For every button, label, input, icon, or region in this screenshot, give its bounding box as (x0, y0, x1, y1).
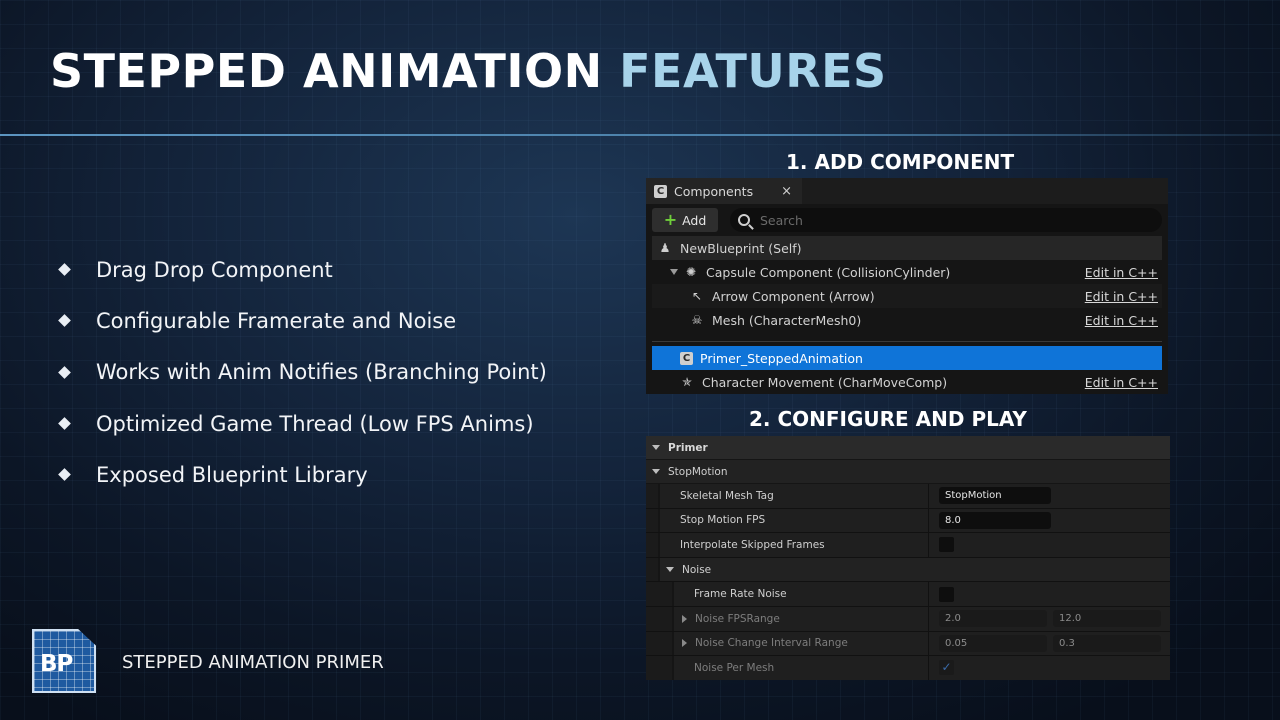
pawn-icon: ♟ (659, 241, 671, 255)
edit-in-cpp-link[interactable]: Edit in C++ (1085, 313, 1158, 328)
property-noise-change-interval-range: Noise Change Interval Range 0.05 0.3 (646, 631, 1170, 657)
property-label: Frame Rate Noise (694, 588, 787, 601)
feature-item: Exposed Blueprint Library (56, 449, 547, 500)
category-label: StopMotion (668, 465, 728, 478)
expand-arrow-icon[interactable] (670, 269, 678, 275)
property-noise-per-mesh: Noise Per Mesh ✓ (646, 656, 1170, 680)
tree-row-self[interactable]: ♟ NewBlueprint (Self) (652, 236, 1162, 260)
components-tab[interactable]: C Components × (646, 178, 802, 204)
diamond-bullet-icon (58, 314, 71, 328)
tree-row-label: Character Movement (CharMoveComp) (702, 374, 948, 390)
tree-row-label: Mesh (CharacterMesh0) (712, 312, 862, 328)
noise-interval-min-input[interactable]: 0.05 (939, 634, 1047, 652)
edit-in-cpp-link[interactable]: Edit in C++ (1085, 375, 1158, 390)
property-interpolate-skipped-frames: Interpolate Skipped Frames (646, 533, 1170, 558)
tree-row-label: Primer_SteppedAnimation (700, 350, 863, 366)
feature-text: Exposed Blueprint Library (96, 462, 368, 487)
component-c-icon: C (680, 351, 693, 365)
tree-row-character-movement[interactable]: ✯ Character Movement (CharMoveComp) Edit… (652, 370, 1162, 394)
diamond-bullet-icon (58, 263, 71, 277)
tree-row-label: Capsule Component (CollisionCylinder) (706, 264, 951, 280)
category-noise[interactable]: Noise (646, 557, 1170, 583)
search-placeholder: Search (760, 212, 803, 228)
arrow-icon: ↖ (691, 289, 703, 303)
interpolate-checkbox[interactable] (939, 537, 954, 553)
collapse-arrow-icon[interactable] (666, 567, 674, 573)
edit-in-cpp-link[interactable]: Edit in C++ (1085, 265, 1158, 280)
noise-interval-max-input[interactable]: 0.3 (1053, 634, 1161, 652)
search-input[interactable]: Search (730, 208, 1162, 232)
slide-title: STEPPED ANIMATION FEATURES (50, 44, 887, 98)
skeleton-icon: ☠ (691, 313, 703, 327)
components-toolbar: + Add Search (646, 204, 1168, 236)
property-frame-rate-noise: Frame Rate Noise (646, 582, 1170, 607)
capsule-icon: ✺ (685, 265, 697, 279)
close-icon[interactable]: × (781, 184, 792, 199)
noise-fps-range-min-input[interactable]: 2.0 (939, 610, 1047, 628)
feature-text: Optimized Game Thread (Low FPS Anims) (96, 411, 534, 436)
feature-text: Configurable Framerate and Noise (96, 308, 457, 333)
property-label: Interpolate Skipped Frames (680, 538, 825, 551)
noise-per-mesh-checkbox[interactable]: ✓ (939, 660, 954, 676)
feature-item: Optimized Game Thread (Low FPS Anims) (56, 398, 547, 449)
tree-row-label: NewBlueprint (Self) (680, 240, 802, 256)
tree-row-label: Arrow Component (Arrow) (712, 288, 875, 304)
category-label: Primer (668, 441, 708, 454)
tree-separator (652, 332, 1162, 342)
logo-text: BP (40, 651, 73, 677)
feature-item: Configurable Framerate and Noise (56, 295, 547, 346)
step1-heading: 1. ADD COMPONENT (786, 150, 1015, 174)
property-stop-motion-fps: Stop Motion FPS 8.0 (646, 508, 1170, 534)
add-component-button[interactable]: + Add (652, 208, 718, 232)
components-panel: C Components × + Add Search ♟ NewBluepri… (646, 178, 1168, 394)
movement-icon: ✯ (681, 375, 693, 389)
bp-logo: BP (32, 629, 96, 693)
step2-heading: 2. CONFIGURE AND PLAY (749, 407, 1027, 431)
property-noise-fps-range: Noise FPSRange 2.0 12.0 (646, 606, 1170, 632)
edit-in-cpp-link[interactable]: Edit in C++ (1085, 289, 1158, 304)
title-main: STEPPED ANIMATION (50, 44, 603, 98)
title-divider (0, 134, 1280, 136)
feature-list: Drag Drop Component Configurable Framera… (56, 244, 547, 500)
property-label: Stop Motion FPS (680, 514, 766, 527)
plus-icon: + (663, 210, 678, 229)
diamond-bullet-icon (58, 365, 71, 379)
tree-row-arrow[interactable]: ↖ Arrow Component (Arrow) Edit in C++ (652, 284, 1162, 308)
components-tabbar: C Components × (646, 178, 1168, 204)
expand-arrow-icon[interactable] (682, 614, 687, 623)
feature-text: Drag Drop Component (96, 257, 333, 282)
diamond-bullet-icon (58, 417, 71, 430)
property-label: Skeletal Mesh Tag (680, 489, 774, 502)
components-tab-label: Components (674, 183, 754, 199)
stop-motion-fps-input[interactable]: 8.0 (939, 511, 1051, 529)
feature-text: Works with Anim Notifies (Branching Poin… (96, 360, 547, 385)
property-label: Noise FPSRange (695, 612, 780, 625)
components-tree: ♟ NewBlueprint (Self) ✺ Capsule Componen… (646, 236, 1168, 394)
property-skeletal-mesh-tag: Skeletal Mesh Tag StopMotion (646, 484, 1170, 509)
expand-arrow-icon[interactable] (682, 639, 687, 648)
category-primer[interactable]: Primer (646, 436, 1170, 460)
property-label: Noise Change Interval Range (695, 637, 848, 650)
title-accent: FEATURES (619, 44, 887, 98)
feature-item: Drag Drop Component (56, 244, 547, 295)
property-label: Noise Per Mesh (694, 661, 775, 674)
tree-row-mesh[interactable]: ☠ Mesh (CharacterMesh0) Edit in C++ (652, 308, 1162, 332)
component-c-icon: C (654, 184, 667, 198)
collapse-arrow-icon[interactable] (652, 445, 660, 450)
footer-product-name: STEPPED ANIMATION PRIMER (122, 652, 384, 673)
details-panel: Primer StopMotion Skeletal Mesh Tag Stop… (646, 436, 1170, 680)
skeletal-mesh-tag-input[interactable]: StopMotion (939, 487, 1051, 505)
tree-row-primer-stepped-animation[interactable]: C Primer_SteppedAnimation (652, 346, 1162, 370)
feature-item: Works with Anim Notifies (Branching Poin… (56, 347, 547, 398)
category-stopmotion[interactable]: StopMotion (646, 460, 1170, 484)
tree-row-capsule[interactable]: ✺ Capsule Component (CollisionCylinder) … (652, 260, 1162, 284)
category-label: Noise (682, 563, 712, 576)
frame-rate-noise-checkbox[interactable] (939, 586, 954, 602)
add-button-label: Add (682, 212, 707, 228)
collapse-arrow-icon[interactable] (652, 469, 660, 474)
search-icon (738, 214, 750, 226)
diamond-bullet-icon (58, 468, 71, 482)
noise-fps-range-max-input[interactable]: 12.0 (1053, 610, 1161, 628)
